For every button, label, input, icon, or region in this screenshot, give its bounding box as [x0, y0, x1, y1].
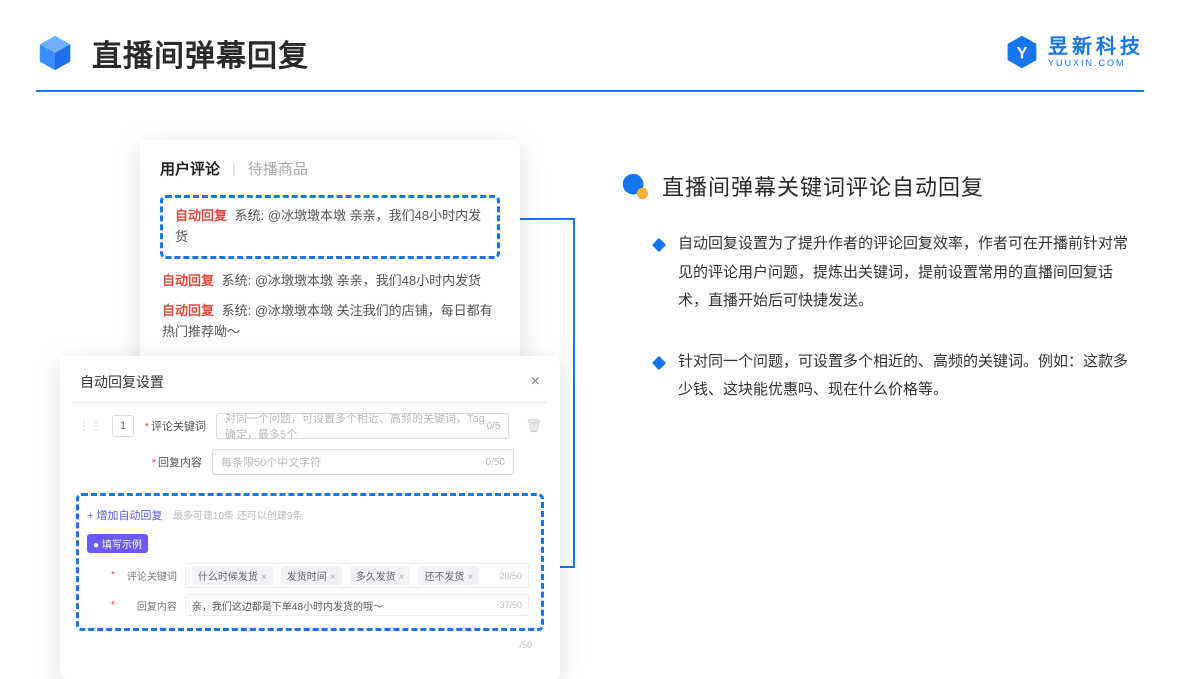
slide-header: 直播间弹幕回复 Y 昱新科技 YUUXIN.COM [36, 28, 1144, 78]
brand-logo-icon: Y [1004, 34, 1040, 70]
comments-tabs: 用户评论 | 待播商品 [160, 158, 500, 179]
ex-content-value: 亲，我们这边都是下单48小时内发货的哦～ [192, 598, 383, 613]
auto-reply-badge: 自动回复 [162, 273, 214, 288]
bullet-item: 针对同一个问题，可设置多个相近的、高频的关键词。例如：这款多少钱、这块能优惠吗、… [654, 348, 1132, 405]
tab-pending-goods[interactable]: 待播商品 [248, 158, 308, 179]
tag-chip[interactable]: 还不发货 [418, 566, 479, 585]
ex-content-label: 回复内容 [125, 598, 177, 613]
bubble-icon [620, 171, 650, 201]
tag-chip[interactable]: 多久发货 [350, 566, 411, 585]
comment-row: 自动回复 系统: @冰墩墩本墩 亲亲，我们48小时内发货 [173, 206, 487, 248]
ex-keyword-count: 20/50 [499, 571, 522, 581]
close-icon[interactable]: × [531, 373, 540, 391]
ex-content-count: 37/50 [499, 600, 522, 610]
content-input[interactable]: 每条限50个中文字符 0/50 [212, 449, 514, 475]
keyword-count: 0/5 [487, 421, 501, 432]
add-auto-reply-link[interactable]: + 增加自动回复 [87, 510, 162, 522]
settings-row: *回复内容 每条限50个中文字符 0/50 [78, 449, 542, 475]
content-placeholder: 每条限50个中文字符 [221, 454, 321, 470]
content-label: *回复内容 [140, 454, 202, 470]
page-title: 直播间弹幕回复 [92, 31, 309, 75]
section-heading: 直播间弹幕关键词评论自动回复 [620, 170, 1132, 202]
brand-url: YUUXIN.COM [1048, 59, 1144, 68]
auto-reply-badge: 自动回复 [175, 208, 227, 223]
trailing-count: /50 [519, 640, 532, 650]
connector-line [573, 218, 575, 568]
ex-keyword-label: 评论关键词 [125, 568, 177, 583]
add-hint: 最多可建10条 还可以创建9条 [173, 511, 302, 522]
keyword-placeholder: 对同一个问题，可设置多个相近、高频的关键词，Tag确定，最多5个 [225, 410, 487, 442]
keyword-label: *评论关键词 [144, 418, 206, 434]
tag-chip[interactable]: 发货时间 [281, 566, 342, 585]
diamond-icon [652, 355, 666, 369]
tab-user-comments[interactable]: 用户评论 [160, 158, 220, 179]
section-title: 直播间弹幕关键词评论自动回复 [662, 170, 984, 202]
example-keyword-row: * 评论关键词 什么时候发货 发货时间 多久发货 还不发货 20/50 [111, 563, 529, 588]
row-number: 1 [112, 415, 134, 437]
header-rule [36, 90, 1144, 92]
example-highlight: + 增加自动回复 最多可建10条 还可以创建9条 ● 填写示例 * 评论关键词 … [76, 493, 544, 631]
settings-row: ⋮⋮ 1 *评论关键词 对同一个问题，可设置多个相近、高频的关键词，Tag确定，… [78, 413, 542, 439]
auto-reply-settings-modal: 自动回复设置 × ⋮⋮ 1 *评论关键词 对同一个问题，可设置多个相近、高频的关… [60, 356, 560, 679]
tab-divider: | [232, 160, 236, 177]
bullet-text: 针对同一个问题，可设置多个相近的、高频的关键词。例如：这款多少钱、这块能优惠吗、… [678, 348, 1132, 405]
brand-name: 昱新科技 [1048, 37, 1144, 57]
right-column: 直播间弹幕关键词评论自动回复 自动回复设置为了提升作者的评论回复效率，作者可在开… [620, 170, 1132, 437]
ex-content-field[interactable]: 亲，我们这边都是下单48小时内发货的哦～ 37/50 [185, 594, 529, 616]
example-content-row: * 回复内容 亲，我们这边都是下单48小时内发货的哦～ 37/50 [111, 594, 529, 616]
comment-row: 自动回复 系统: @冰墩墩本墩 关注我们的店铺，每日都有热门推荐呦～ [160, 301, 500, 343]
cube-icon [36, 34, 74, 72]
tag-chip[interactable]: 什么时候发货 [192, 566, 273, 585]
ex-keyword-field[interactable]: 什么时候发货 发货时间 多久发货 还不发货 20/50 [185, 563, 529, 588]
comment-row: 自动回复 系统: @冰墩墩本墩 亲亲，我们48小时内发货 [160, 271, 500, 292]
content-count: 0/50 [486, 457, 505, 468]
auto-reply-badge: 自动回复 [162, 303, 214, 318]
brand-block: Y 昱新科技 YUUXIN.COM [1004, 34, 1144, 70]
highlighted-comment: 自动回复 系统: @冰墩墩本墩 亲亲，我们48小时内发货 [160, 195, 500, 259]
comment-text: 系统: @冰墩墩本墩 亲亲，我们48小时内发货 [222, 273, 482, 288]
keyword-input[interactable]: 对同一个问题，可设置多个相近、高频的关键词，Tag确定，最多5个 0/5 [216, 413, 509, 439]
svg-text:Y: Y [1017, 44, 1028, 62]
connector-line [515, 218, 575, 220]
modal-title: 自动回复设置 [80, 372, 164, 392]
drag-handle-icon[interactable]: ⋮⋮ [78, 419, 102, 433]
example-chip: ● 填写示例 [87, 534, 148, 553]
diamond-icon [652, 238, 666, 252]
left-visual-stack: 用户评论 | 待播商品 自动回复 系统: @冰墩墩本墩 亲亲，我们48小时内发货… [60, 140, 560, 630]
bullet-text: 自动回复设置为了提升作者的评论回复效率，作者可在开播前针对常见的评论用户问题，提… [678, 230, 1132, 316]
bullet-item: 自动回复设置为了提升作者的评论回复效率，作者可在开播前针对常见的评论用户问题，提… [654, 230, 1132, 316]
delete-icon[interactable]: 🗑 [525, 418, 542, 434]
